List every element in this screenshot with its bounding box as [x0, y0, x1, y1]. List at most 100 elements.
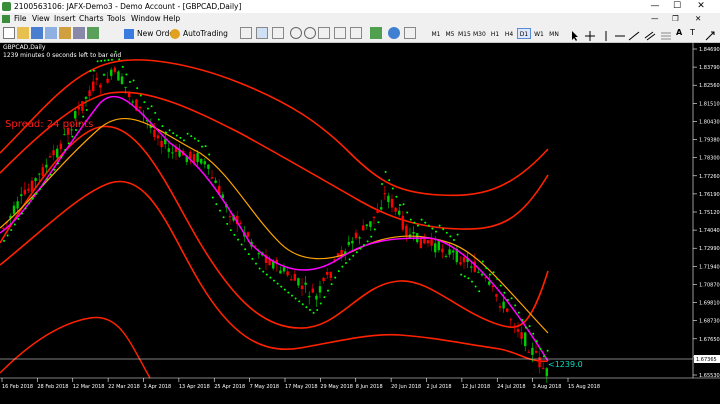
candle-body: [372, 216, 376, 219]
mdi-restore-button[interactable]: ❐: [672, 13, 679, 25]
price-tick-label: 1.79380: [699, 138, 720, 144]
profiles-icon[interactable]: [17, 27, 29, 39]
sar-dot: [546, 349, 549, 352]
trendline-icon[interactable]: [628, 27, 640, 41]
menu-charts[interactable]: Charts: [79, 13, 104, 25]
sar-dot: [427, 224, 430, 227]
market-watch-icon[interactable]: [31, 27, 43, 39]
candle-body: [347, 241, 350, 245]
candle-body: [52, 150, 55, 156]
candle-body: [398, 210, 401, 215]
templates-icon[interactable]: [404, 27, 416, 39]
bar-chart-icon[interactable]: [240, 27, 252, 39]
periods-icon[interactable]: [388, 27, 400, 39]
tf-h1[interactable]: H1: [488, 28, 502, 39]
strategy-tester-icon[interactable]: [87, 27, 99, 39]
zoom-out-icon[interactable]: [304, 27, 316, 39]
tf-m15[interactable]: M15: [457, 28, 471, 39]
sar-dot: [21, 212, 23, 215]
sar-dot: [168, 129, 171, 132]
price-tick-label: 1.76190: [699, 192, 720, 198]
candlestick-icon[interactable]: [256, 27, 268, 39]
sar-dot: [489, 273, 491, 276]
sar-dot: [341, 265, 344, 268]
date-tick-label: 12 Jul 2018: [462, 384, 490, 390]
title-bar: 2100563106: JAFX-Demo3 - Demo Account - …: [0, 0, 720, 14]
date-tick-label: 13 Apr 2018: [179, 384, 210, 390]
sar-dot: [143, 101, 146, 104]
bar-countdown-label: <1239.0: [548, 360, 583, 369]
sar-dot: [298, 300, 301, 303]
fibonacci-icon[interactable]: [660, 27, 672, 40]
candle-body: [77, 107, 80, 110]
horizontal-line-icon[interactable]: [614, 27, 626, 39]
chart-shift-icon[interactable]: [350, 27, 362, 39]
candle-body: [171, 152, 174, 154]
candle-body: [441, 248, 444, 253]
tf-m5[interactable]: M5: [443, 28, 457, 39]
sar-dot: [57, 162, 59, 165]
minimize-button[interactable]: —: [646, 0, 664, 13]
menu-tools[interactable]: Tools: [107, 13, 125, 25]
menu-insert[interactable]: Insert: [54, 13, 76, 25]
navigator-icon[interactable]: [59, 27, 71, 39]
data-window-icon[interactable]: [45, 27, 57, 39]
sar-dot: [503, 291, 506, 294]
text-tool-icon[interactable]: A: [676, 27, 688, 39]
candle-body: [128, 93, 131, 98]
sar-dot: [10, 228, 13, 231]
equidistant-channel-icon[interactable]: [644, 27, 656, 41]
text-label-icon[interactable]: T: [690, 27, 702, 39]
menu-view[interactable]: View: [32, 13, 50, 25]
sar-dot: [413, 221, 416, 224]
candle-body: [120, 76, 124, 85]
candle-body: [27, 188, 30, 191]
maximize-button[interactable]: ☐: [668, 0, 686, 13]
autoscroll-icon[interactable]: [334, 27, 346, 39]
zoom-in-icon[interactable]: [290, 27, 302, 39]
sar-dot: [435, 230, 437, 233]
mdi-close-button[interactable]: ✕: [695, 13, 701, 25]
price-chart[interactable]: 1.84690 1.83790 1.82560 1.81510 1.80430 1.793…: [0, 43, 720, 404]
candle-body: [12, 205, 16, 214]
cursor-icon[interactable]: [569, 27, 581, 41]
sar-dot: [175, 134, 178, 137]
tf-d1[interactable]: D1: [517, 28, 531, 39]
candle-body: [394, 207, 397, 212]
terminal-icon[interactable]: [73, 27, 85, 39]
candle-body: [56, 148, 59, 158]
date-tick-label: 2 Jul 2018: [427, 384, 452, 390]
sar-dot: [485, 267, 488, 270]
autotrading-button[interactable]: AutoTrading: [170, 27, 228, 40]
candle-body: [117, 71, 120, 81]
candle-body: [315, 295, 318, 300]
sar-dot: [409, 218, 412, 221]
sar-dot: [481, 260, 484, 263]
close-button[interactable]: ✕: [692, 0, 710, 13]
menu-file[interactable]: File: [14, 13, 27, 25]
sar-dot: [121, 65, 124, 68]
candle-body: [203, 161, 206, 165]
tf-w1[interactable]: W1: [532, 28, 546, 39]
sar-dot: [129, 81, 131, 83]
indicators-icon[interactable]: [370, 27, 382, 39]
symbol-label: GBPCAD,Daily: [3, 44, 46, 51]
tf-mn[interactable]: MN: [547, 28, 561, 39]
new-chart-icon[interactable]: [3, 27, 15, 39]
line-chart-icon[interactable]: [272, 27, 284, 39]
arrows-icon[interactable]: [704, 27, 716, 41]
candle-body: [138, 106, 142, 109]
sar-dot: [370, 235, 373, 238]
vertical-line-icon[interactable]: [600, 27, 612, 41]
sar-dot: [276, 282, 279, 285]
menu-help[interactable]: Help: [163, 13, 180, 25]
tf-m1[interactable]: M1: [429, 28, 443, 39]
mdi-minimize-button[interactable]: —: [651, 13, 659, 25]
candle-body: [502, 301, 505, 309]
menu-window[interactable]: Window: [131, 13, 161, 25]
crosshair-icon[interactable]: [584, 27, 596, 41]
spread-label: Spread: 24 points: [5, 119, 94, 130]
tf-h4[interactable]: H4: [502, 28, 516, 39]
tf-m30[interactable]: M30: [472, 28, 486, 39]
tile-windows-icon[interactable]: [318, 27, 330, 39]
